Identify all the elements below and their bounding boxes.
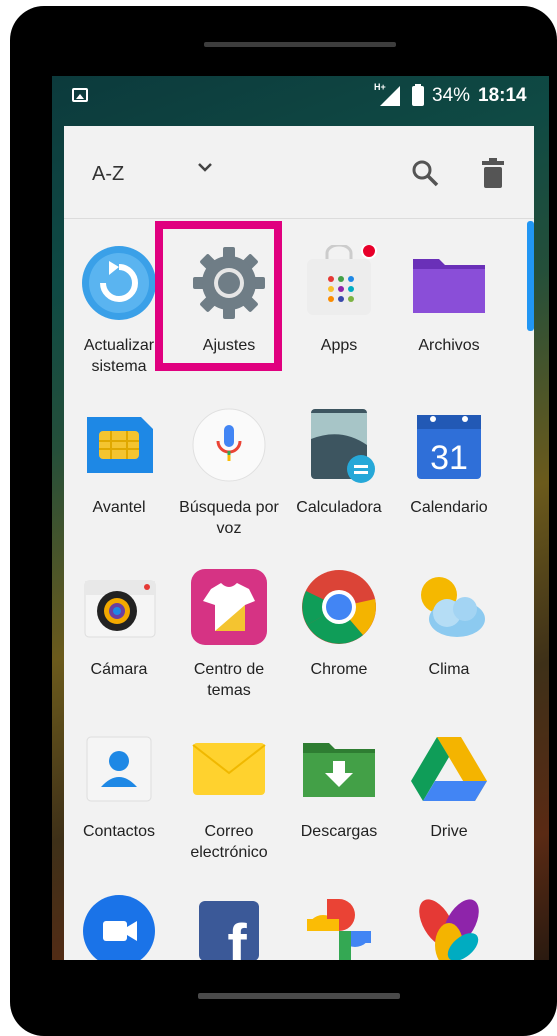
battery-icon xyxy=(412,84,424,106)
app-label: Drive xyxy=(430,823,468,840)
chevron-down-icon[interactable] xyxy=(198,160,212,174)
calendar-icon: 31 xyxy=(417,415,481,479)
app-label: Clima xyxy=(428,661,470,678)
app-label: Cámara xyxy=(90,661,148,678)
calculator-icon xyxy=(311,409,375,483)
email-icon xyxy=(192,743,266,795)
pinwheel-icon xyxy=(419,899,479,960)
drawer-toolbar: A-Z xyxy=(64,126,534,219)
speaker-grille xyxy=(204,42,396,47)
drive-icon xyxy=(411,737,487,801)
app-label: Centro de temas xyxy=(193,661,265,699)
app-label: Contactos xyxy=(82,823,156,840)
app-label: Búsqueda por voz xyxy=(179,499,279,537)
image-notification-icon xyxy=(72,88,88,102)
clock: 18:14 xyxy=(478,85,527,106)
app-drawer: A-Z Actualizar sistema Ajustes Apps Arch… xyxy=(64,126,534,960)
facebook-icon: f xyxy=(199,901,259,960)
screen: H+ 34% 18:14 A-Z Actualizar sistema Ajus… xyxy=(52,76,549,960)
app-label: Descargas xyxy=(300,823,378,840)
scrollbar[interactable] xyxy=(527,221,534,331)
app-label: Avantel xyxy=(92,499,146,516)
app-store-icon xyxy=(307,245,377,315)
downloads-icon xyxy=(303,743,375,797)
phone-frame: H+ 34% 18:14 A-Z Actualizar sistema Ajus… xyxy=(10,6,557,1036)
camera-icon xyxy=(84,580,156,638)
app-label: Archivos xyxy=(418,337,480,354)
duo-icon xyxy=(83,895,155,960)
system-update-icon xyxy=(82,246,156,320)
sort-label[interactable]: A-Z xyxy=(92,163,124,186)
status-bar: H+ 34% 18:14 xyxy=(52,76,549,116)
chrome-icon xyxy=(302,570,376,644)
contacts-icon xyxy=(86,736,152,802)
folder-icon xyxy=(413,259,485,313)
calendar-date: 31 xyxy=(430,439,468,477)
app-label: Apps xyxy=(320,337,358,354)
theme-shirt-icon xyxy=(191,569,267,645)
battery-percent: 34% xyxy=(432,85,471,106)
photos-icon xyxy=(307,899,371,960)
app-label: Calendario xyxy=(410,499,488,516)
app-label: Chrome xyxy=(310,661,368,678)
sim-card-icon xyxy=(87,417,153,473)
home-indicator xyxy=(198,993,400,999)
signal-icon xyxy=(380,86,400,106)
app-label: Correo electrónico xyxy=(190,823,268,861)
trash-icon[interactable] xyxy=(482,158,504,188)
highlight-box xyxy=(155,221,282,371)
app-label: Calculadora xyxy=(296,499,382,516)
facebook-letter: f xyxy=(227,913,247,960)
search-icon[interactable] xyxy=(411,159,439,187)
microphone-icon xyxy=(192,408,266,482)
weather-icon xyxy=(421,577,485,637)
